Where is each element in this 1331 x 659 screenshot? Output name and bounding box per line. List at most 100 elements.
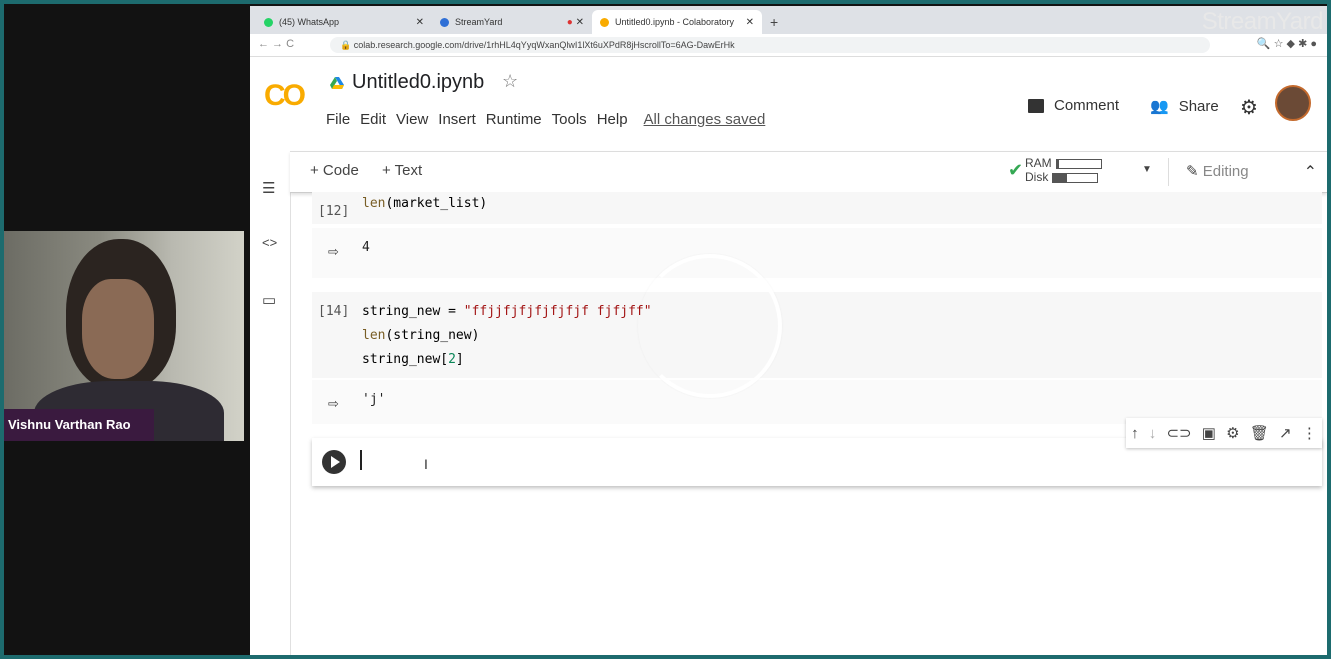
streamyard-icon xyxy=(440,17,449,27)
code-token: string_new[ xyxy=(362,352,449,367)
add-text-button[interactable]: + Text xyxy=(382,162,422,179)
code-token: (market_list) xyxy=(385,196,488,211)
people-icon: 👥 xyxy=(1150,98,1169,115)
close-icon[interactable]: ✕ xyxy=(746,17,754,28)
disk-bar xyxy=(1052,172,1099,183)
menu-edit[interactable]: Edit xyxy=(360,111,386,128)
loading-spinner xyxy=(638,254,782,398)
participant-camera: Vishnu Varthan Rao xyxy=(4,231,244,441)
toc-icon[interactable]: ☰ xyxy=(262,179,275,197)
address-bar: ← → C 🔒 colab.research.google.com/drive/… xyxy=(250,34,1327,57)
code-token: len xyxy=(362,328,386,343)
comment-button[interactable]: Comment xyxy=(1028,97,1119,114)
move-down-icon[interactable]: ↓ xyxy=(1149,425,1157,442)
code-token: "ffjjfjfjfjfjfjf fjfjff" xyxy=(463,304,652,319)
close-icon[interactable]: ✕ xyxy=(416,17,424,28)
comment-icon[interactable]: ▣ xyxy=(1202,424,1216,442)
gear-icon[interactable]: ⚙ xyxy=(1240,95,1258,120)
output-cell-12: ⇨ 4 xyxy=(312,228,1322,278)
notebook-toolbar: + Code + Text ✔ RAM Disk ▼ ✎ Editing ⌃ xyxy=(290,151,1327,193)
drive-icon[interactable] xyxy=(330,77,344,89)
output-icon[interactable]: ⇨ xyxy=(328,396,339,412)
ram-label: RAM xyxy=(1025,156,1052,170)
colab-icon xyxy=(600,17,609,27)
comment-icon xyxy=(1028,98,1044,113)
menu-tools[interactable]: Tools xyxy=(552,111,587,128)
code-token: string_new = xyxy=(362,304,464,319)
url-text: colab.research.google.com/drive/1rhHL4qY… xyxy=(353,40,735,50)
tab-streamyard[interactable]: StreamYard ● ✕ xyxy=(432,10,592,34)
text-cursor xyxy=(360,450,362,470)
folder-icon[interactable]: ▭ xyxy=(262,291,276,309)
code-line: len(market_list) xyxy=(362,196,487,211)
resource-meter[interactable]: RAM Disk xyxy=(1025,156,1102,184)
delete-icon[interactable]: 🗑 xyxy=(1250,424,1269,442)
extension-icons[interactable]: 🔍 ☆ ◆ ✱ ● xyxy=(1257,37,1317,50)
move-up-icon[interactable]: ↑ xyxy=(1131,425,1139,442)
output-icon[interactable]: ⇨ xyxy=(328,244,339,260)
notebook-cells: [12] len(market_list) ⇨ 4 [14] string_ne… xyxy=(290,192,1327,659)
code-token: len xyxy=(362,196,386,211)
run-cell-icon[interactable] xyxy=(322,450,346,474)
link-icon[interactable]: ⊂⊃ xyxy=(1166,424,1191,442)
tab-label: (45) WhatsApp xyxy=(279,17,340,27)
shared-screen: (45) WhatsApp ✕ StreamYard ● ✕ Untitled0… xyxy=(250,6,1327,659)
code-token: 2 xyxy=(448,352,456,367)
code-icon[interactable]: <> xyxy=(262,235,277,250)
code-token: (string_new) xyxy=(385,328,480,343)
open-in-tab-icon[interactable]: ↗ xyxy=(1279,424,1292,442)
code-line: len(string_new) xyxy=(362,328,479,343)
editing-mode-button[interactable]: ✎ Editing xyxy=(1186,162,1249,180)
check-icon: ✔ xyxy=(1008,160,1024,180)
ram-bar xyxy=(1055,158,1102,169)
output-text: 'j' xyxy=(362,392,386,407)
cell-toolbar: ↑ ↓ ⊂⊃ ▣ ⚙ 🗑 ↗ ⋮ xyxy=(1126,418,1322,448)
add-code-button[interactable]: + Code xyxy=(310,162,359,179)
star-icon[interactable]: ☆ xyxy=(502,71,518,92)
code-token: ] xyxy=(455,352,464,367)
menu-insert[interactable]: Insert xyxy=(438,111,476,128)
settings-icon[interactable]: ⚙ xyxy=(1226,424,1239,442)
more-options-icon[interactable]: ⋮ xyxy=(1302,424,1317,442)
tab-whatsapp[interactable]: (45) WhatsApp ✕ xyxy=(256,10,432,34)
cell-prompt: [14] xyxy=(318,304,350,319)
menu-runtime[interactable]: Runtime xyxy=(486,111,542,128)
chevron-down-icon[interactable]: ▼ xyxy=(1142,164,1152,175)
menu-help[interactable]: Help xyxy=(597,111,628,128)
streamyard-watermark: StreamYard xyxy=(1201,8,1324,35)
ibeam-cursor-icon: I xyxy=(424,456,428,472)
menu-bar: File Edit View Insert Runtime Tools Help… xyxy=(326,111,775,128)
divider xyxy=(1168,158,1169,186)
new-tab-icon[interactable]: + xyxy=(770,14,778,30)
share-label: Share xyxy=(1178,97,1219,115)
chevron-up-icon[interactable]: ⌃ xyxy=(1304,162,1317,182)
participant-name: Vishnu Varthan Rao xyxy=(4,409,154,441)
close-icon[interactable]: ● ✕ xyxy=(567,17,584,28)
tab-label: StreamYard xyxy=(455,17,503,27)
editing-label: Editing xyxy=(1202,163,1249,180)
url-field[interactable]: 🔒 colab.research.google.com/drive/1rhHL4… xyxy=(330,37,1210,53)
tab-label: Untitled0.ipynb - Colaboratory xyxy=(615,17,735,27)
avatar[interactable] xyxy=(1275,85,1311,121)
code-cell-14[interactable]: [14] string_new = "ffjjfjfjfjfjfjf fjfjf… xyxy=(312,292,1322,378)
disk-label: Disk xyxy=(1025,170,1049,184)
streamyard-frame: Vishnu Varthan Rao (45) WhatsApp ✕ Strea… xyxy=(0,0,1331,659)
pencil-icon: ✎ xyxy=(1186,163,1199,180)
cell-prompt: [12] xyxy=(318,204,350,219)
save-status[interactable]: All changes saved xyxy=(644,111,766,128)
colab-header: CO Untitled0.ipynb ☆ File Edit View Inse… xyxy=(250,57,1327,147)
notebook-title[interactable]: Untitled0.ipynb xyxy=(352,71,484,94)
share-button[interactable]: 👥 Share xyxy=(1150,97,1219,116)
comment-label: Comment xyxy=(1054,97,1120,114)
tab-colab[interactable]: Untitled0.ipynb - Colaboratory ✕ xyxy=(592,10,762,34)
colab-logo[interactable]: CO xyxy=(264,79,306,113)
whatsapp-icon xyxy=(264,17,273,27)
menu-file[interactable]: File xyxy=(326,111,350,128)
menu-view[interactable]: View xyxy=(396,111,428,128)
code-line: string_new[2] xyxy=(362,352,464,367)
left-rail: ☰ <> ▭ xyxy=(250,151,291,659)
code-cell-12[interactable]: [12] len(market_list) xyxy=(312,192,1322,224)
browser-tab-strip: (45) WhatsApp ✕ StreamYard ● ✕ Untitled0… xyxy=(250,6,1327,35)
output-text: 4 xyxy=(362,240,370,255)
back-forward-reload-icons[interactable]: ← → C xyxy=(258,38,294,50)
